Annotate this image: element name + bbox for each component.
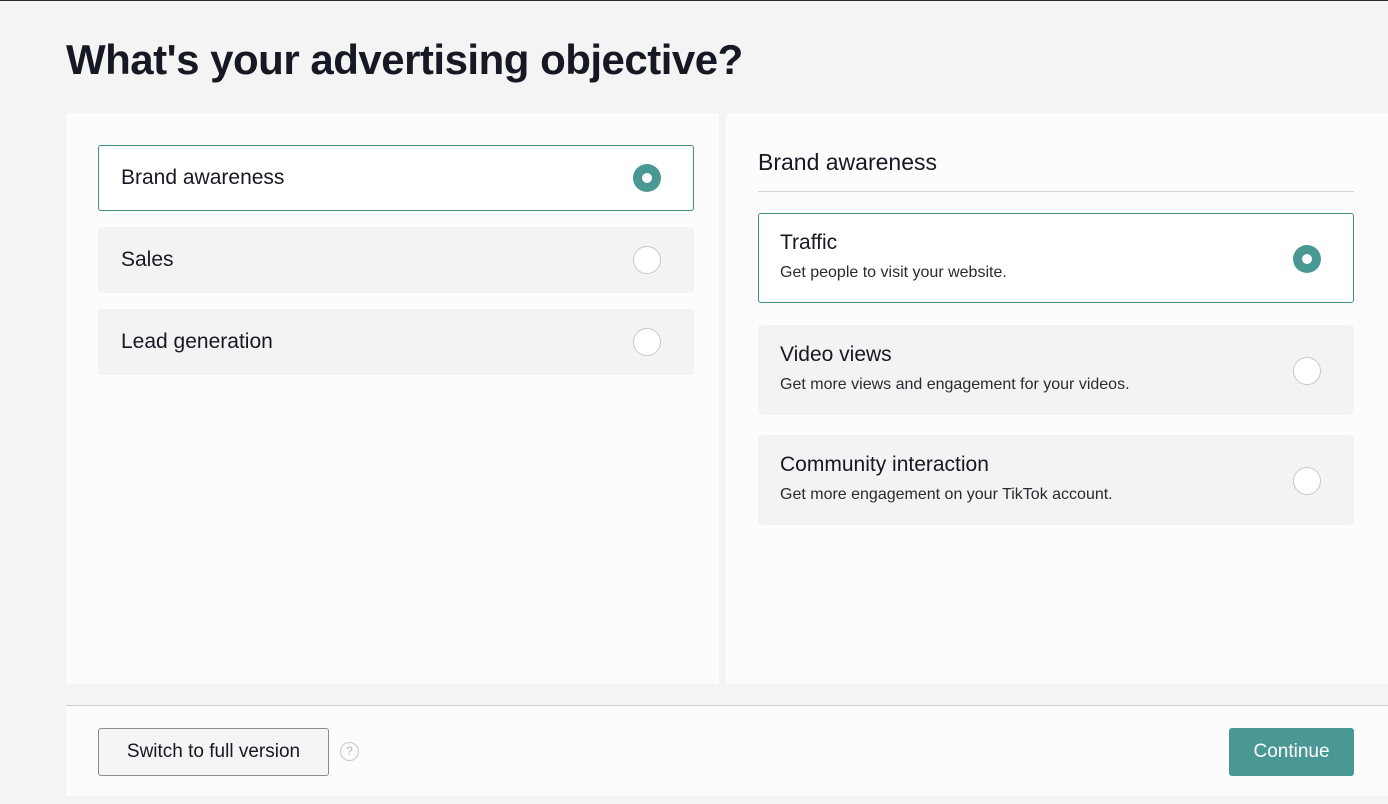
goal-option-video-views[interactable]: Video views Get more views and engagemen…: [758, 325, 1354, 415]
radio-unselected-icon[interactable]: [633, 328, 661, 356]
goal-option-description: Get more engagement on your TikTok accou…: [780, 486, 1113, 503]
objective-category-panel: Brand awareness Sales Lead generation: [66, 113, 719, 684]
divider: [758, 191, 1354, 192]
goal-option-description: Get more views and engagement for your v…: [780, 376, 1130, 393]
goal-option-title: Traffic: [780, 231, 838, 254]
goal-option-community-interaction[interactable]: Community interaction Get more engagemen…: [758, 435, 1354, 525]
radio-selected-icon[interactable]: [633, 164, 661, 192]
goal-option-title: Video views: [780, 343, 892, 366]
help-icon[interactable]: ?: [340, 742, 359, 761]
objective-option-label: Lead generation: [121, 330, 273, 353]
switch-to-full-version-button[interactable]: Switch to full version: [98, 728, 329, 776]
radio-unselected-icon[interactable]: [633, 246, 661, 274]
objective-option-sales[interactable]: Sales: [98, 227, 694, 293]
goal-option-title: Community interaction: [780, 453, 989, 476]
objective-option-lead-generation[interactable]: Lead generation: [98, 309, 694, 375]
goal-option-description: Get people to visit your website.: [780, 264, 1007, 281]
objective-option-brand-awareness[interactable]: Brand awareness: [98, 145, 694, 211]
page-title: What's your advertising objective?: [66, 36, 743, 83]
radio-unselected-icon[interactable]: [1293, 357, 1321, 385]
continue-button[interactable]: Continue: [1229, 728, 1354, 776]
objective-detail-panel: Brand awareness Traffic Get people to vi…: [726, 113, 1388, 684]
objective-option-label: Sales: [121, 248, 174, 271]
goal-option-traffic[interactable]: Traffic Get people to visit your website…: [758, 213, 1354, 303]
detail-heading: Brand awareness: [758, 149, 937, 175]
radio-unselected-icon[interactable]: [1293, 467, 1321, 495]
footer-bar: Switch to full version ? Continue: [66, 705, 1388, 796]
top-rule: [0, 0, 1388, 1]
objective-option-label: Brand awareness: [121, 166, 285, 189]
radio-selected-icon[interactable]: [1293, 245, 1321, 273]
